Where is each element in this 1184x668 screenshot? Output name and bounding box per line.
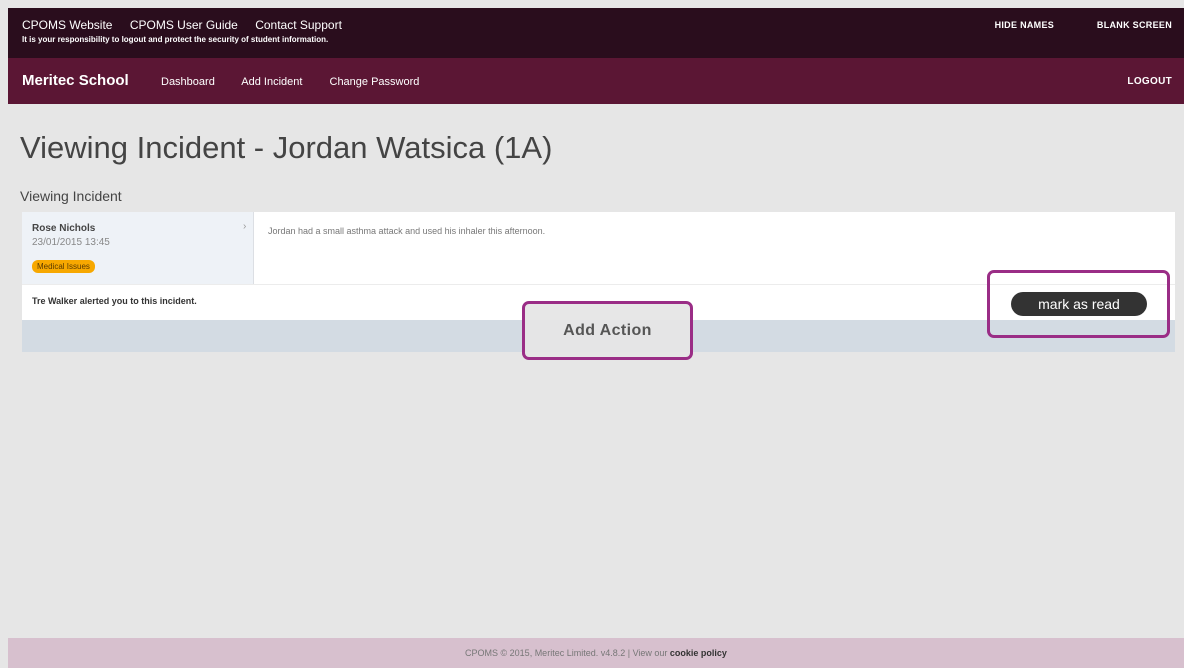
- cookie-policy-link[interactable]: cookie policy: [670, 648, 727, 658]
- incident-datetime: 23/01/2015 13:45: [32, 237, 110, 248]
- nav-dashboard[interactable]: Dashboard: [161, 76, 215, 88]
- cpoms-website-link[interactable]: CPOMS Website: [22, 18, 112, 32]
- utility-links: CPOMS Website CPOMS User Guide Contact S…: [22, 18, 356, 32]
- security-warning: It is your responsibility to logout and …: [22, 35, 329, 44]
- add-action-button[interactable]: Add Action: [525, 304, 690, 357]
- hide-names-button[interactable]: HIDE NAMES: [995, 20, 1055, 30]
- utility-bar: CPOMS Website CPOMS User Guide Contact S…: [8, 8, 1184, 58]
- page: CPOMS Website CPOMS User Guide Contact S…: [8, 8, 1184, 668]
- copyright-text: CPOMS © 2015, Meritec Limited. v4.8.2 | …: [465, 648, 670, 658]
- contact-support-link[interactable]: Contact Support: [255, 18, 342, 32]
- section-title: Viewing Incident: [20, 188, 122, 204]
- nav-links: Dashboard Add Incident Change Password: [161, 76, 443, 88]
- category-badge: Medical Issues: [32, 260, 95, 273]
- cpoms-user-guide-link[interactable]: CPOMS User Guide: [130, 18, 238, 32]
- incident-author: Rose Nichols: [32, 223, 96, 234]
- footer: CPOMS © 2015, Meritec Limited. v4.8.2 | …: [8, 638, 1184, 668]
- utility-right-actions: HIDE NAMES BLANK SCREEN: [955, 20, 1172, 30]
- main-nav: Meritec School Dashboard Add Incident Ch…: [8, 58, 1184, 104]
- nav-add-incident[interactable]: Add Incident: [241, 76, 302, 88]
- chevron-right-icon: ›: [243, 221, 247, 232]
- nav-change-password[interactable]: Change Password: [330, 76, 420, 88]
- page-title: Viewing Incident - Jordan Watsica (1A): [20, 130, 553, 165]
- logout-button[interactable]: LOGOUT: [1127, 76, 1172, 87]
- add-action-highlight: Add Action: [522, 301, 693, 360]
- incident-description: Jordan had a small asthma attack and use…: [268, 226, 546, 236]
- incident-meta: Rose Nichols 23/01/2015 13:45 Medical Is…: [22, 212, 254, 284]
- mark-as-read-button[interactable]: mark as read: [1011, 292, 1147, 316]
- footer-text: CPOMS © 2015, Meritec Limited. v4.8.2 | …: [8, 648, 1184, 658]
- blank-screen-button[interactable]: BLANK SCREEN: [1097, 20, 1172, 30]
- school-brand[interactable]: Meritec School: [22, 72, 129, 89]
- alert-message: Tre Walker alerted you to this incident.: [32, 296, 197, 306]
